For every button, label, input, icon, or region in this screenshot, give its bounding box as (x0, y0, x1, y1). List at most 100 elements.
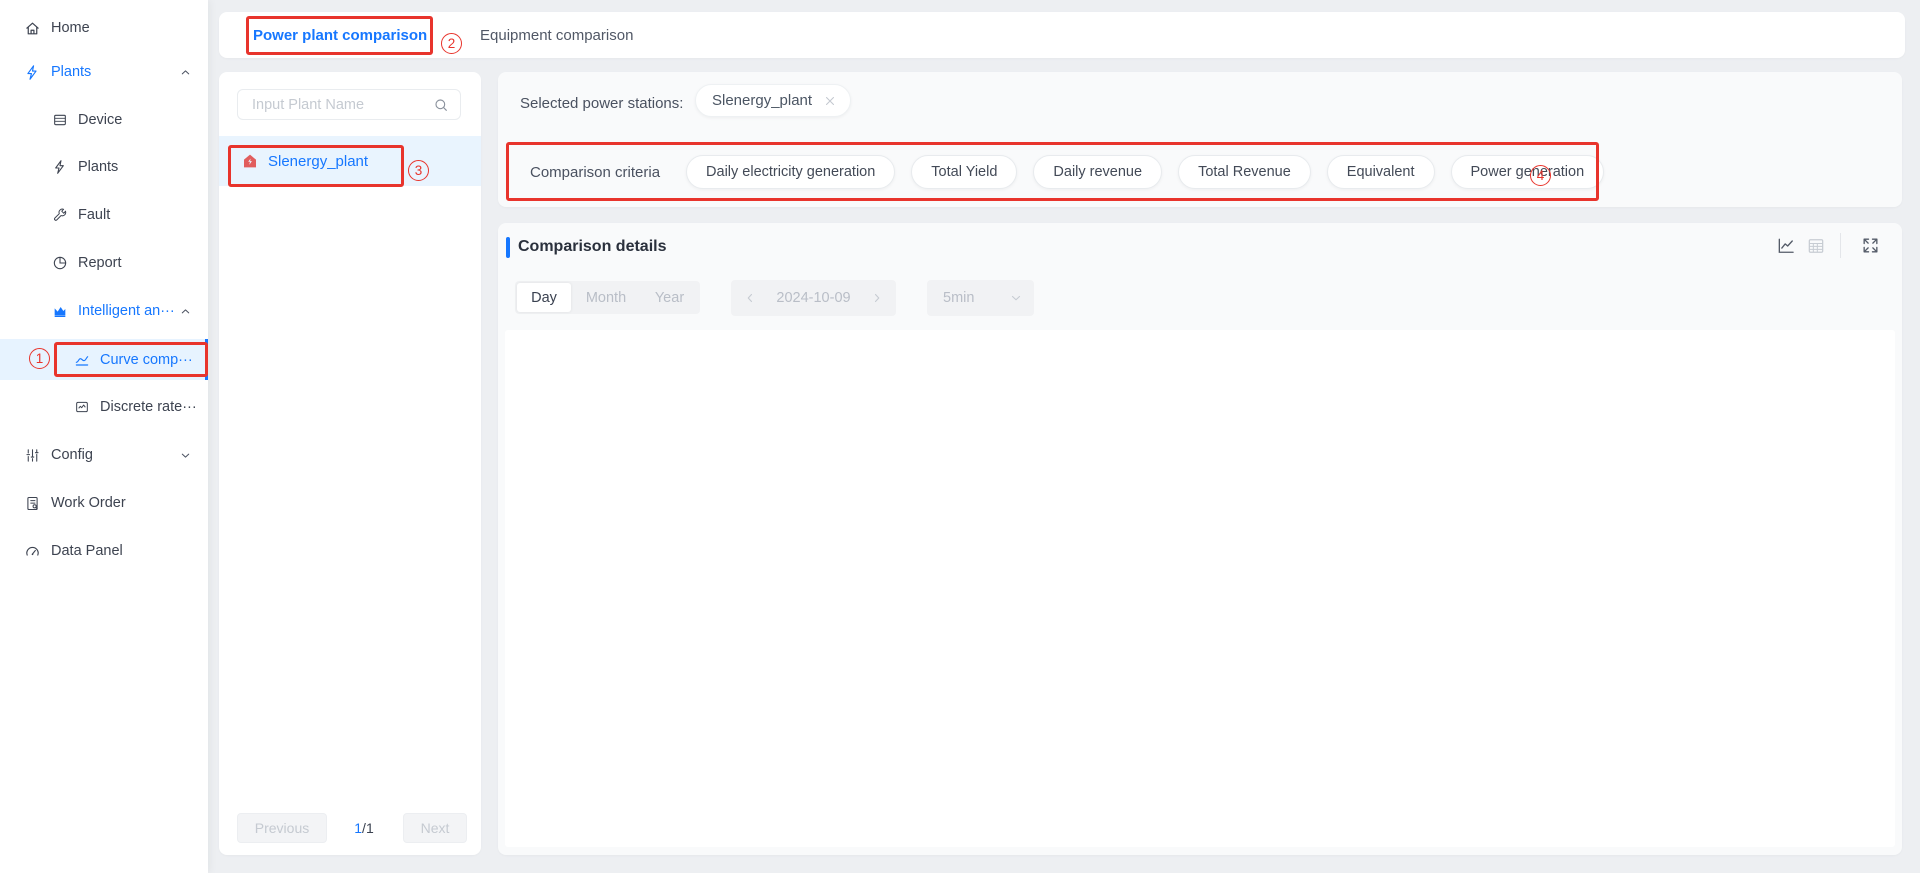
sidebar-item-intelligent-analysis[interactable]: Intelligent an··· (0, 291, 208, 331)
page-indicator: 1 / 1 (329, 813, 399, 843)
selected-stations-label: Selected power stations: (520, 95, 683, 112)
comparison-criteria-row: Comparison criteria Daily electricity ge… (530, 155, 1620, 189)
criteria-chip-total-yield[interactable]: Total Yield (911, 155, 1017, 189)
work-order-icon (24, 495, 41, 512)
chevron-up-icon[interactable] (180, 306, 191, 317)
comparison-chart-area (505, 330, 1895, 847)
fullscreen-icon[interactable] (1861, 236, 1880, 255)
lightning-icon (24, 64, 41, 81)
segment-label: Day (531, 290, 557, 306)
wrench-icon (52, 207, 68, 223)
date-picker[interactable]: 2024-10-09 (731, 280, 896, 316)
criteria-chip-label: Daily revenue (1053, 164, 1142, 180)
plant-house-icon (242, 153, 258, 169)
sidebar-item-label: Discrete rate··· (100, 399, 197, 415)
area-chart-icon (52, 303, 68, 319)
criteria-chip-label: Total Yield (931, 164, 997, 180)
sidebar-item-fault[interactable]: Fault (0, 195, 208, 235)
segment-month[interactable]: Month (571, 283, 641, 312)
chevron-left-icon[interactable] (744, 292, 756, 304)
sidebar-item-home[interactable]: Home (0, 8, 208, 48)
sidebar-item-data-panel[interactable]: Data Panel (0, 531, 208, 571)
criteria-chip-daily-electricity-generation[interactable]: Daily electricity generation (686, 155, 895, 189)
previous-page-button[interactable]: Previous (237, 813, 327, 843)
chevron-down-icon[interactable] (180, 450, 191, 461)
close-icon[interactable] (823, 94, 837, 108)
sliders-icon (24, 447, 41, 464)
plant-name: Slenergy_plant (268, 153, 368, 170)
plant-list-item-selected[interactable]: Slenergy_plant (219, 136, 481, 186)
date-value: 2024-10-09 (776, 290, 850, 306)
comparison-details-panel: Comparison details Day Month Year 2024-1… (498, 223, 1902, 855)
plant-list-panel: Slenergy_plant Previous 1 / 1 Next (219, 72, 481, 855)
sidebar-item-report[interactable]: Report (0, 243, 208, 283)
criteria-chip-label: Total Revenue (1198, 164, 1291, 180)
trend-curve-icon (74, 352, 90, 368)
criteria-chip-total-revenue[interactable]: Total Revenue (1178, 155, 1311, 189)
sidebar-item-label: Data Panel (51, 543, 123, 559)
gauge-icon (24, 543, 41, 560)
criteria-chip-daily-revenue[interactable]: Daily revenue (1033, 155, 1162, 189)
table-view-icon[interactable] (1806, 236, 1826, 256)
selected-station-chip-label: Slenergy_plant (712, 92, 812, 109)
search-icon[interactable] (433, 97, 449, 113)
toolbar-divider (1840, 233, 1841, 258)
criteria-chip-label: Equivalent (1347, 164, 1415, 180)
segment-label: Year (655, 290, 684, 306)
tab-label: Power plant comparison (253, 27, 427, 44)
sidebar-item-label: Home (51, 20, 90, 36)
segment-year[interactable]: Year (641, 283, 698, 312)
segment-label: Month (586, 290, 626, 306)
title-accent-bar (506, 237, 510, 258)
criteria-chip-label: Daily electricity generation (706, 164, 875, 180)
criteria-chip-label: Power generation (1471, 164, 1585, 180)
next-label: Next (421, 820, 450, 836)
comparison-criteria-label: Comparison criteria (530, 164, 660, 181)
sidebar-item-curve-comparison[interactable]: Curve comp··· (0, 339, 208, 380)
tab-equipment-comparison[interactable]: Equipment comparison (480, 12, 633, 58)
next-page-button[interactable]: Next (403, 813, 467, 843)
selection-criteria-panel: Selected power stations: Slenergy_plant … (498, 72, 1902, 207)
chevron-right-icon[interactable] (871, 292, 883, 304)
lightning-icon (52, 159, 68, 175)
sidebar-item-label: Report (78, 255, 122, 271)
current-page: 1 (354, 820, 362, 836)
criteria-chip-power-generation[interactable]: Power generation (1451, 155, 1605, 189)
sidebar-item-device[interactable]: Device (0, 100, 208, 140)
tab-power-plant-comparison[interactable]: Power plant comparison (253, 12, 427, 58)
sidebar-item-label: Config (51, 447, 93, 463)
chevron-up-icon[interactable] (180, 67, 191, 78)
granularity-segmented-control: Day Month Year (515, 281, 700, 314)
chevron-down-icon (1010, 292, 1022, 304)
sidebar-item-discrete-rate[interactable]: Discrete rate··· (0, 387, 208, 427)
sidebar-item-label: Plants (78, 159, 118, 175)
interval-select[interactable]: 5min (927, 280, 1034, 316)
plant-search-input[interactable] (250, 96, 433, 114)
interval-value: 5min (943, 290, 974, 306)
sidebar-item-plants-group[interactable]: Plants (0, 52, 208, 92)
comparison-details-title: Comparison details (518, 238, 666, 256)
comparison-tab-bar: Power plant comparison Equipment compari… (219, 12, 1905, 58)
tab-label: Equipment comparison (480, 27, 633, 44)
sidebar: Home Plants Device Plants Fault Report I… (0, 0, 208, 873)
previous-label: Previous (255, 820, 309, 836)
plant-search-box (237, 89, 461, 120)
sidebar-item-label: Fault (78, 207, 110, 223)
pie-chart-icon (52, 255, 68, 271)
device-icon (52, 112, 68, 128)
sidebar-item-label: Intelligent an··· (78, 303, 175, 319)
segment-day[interactable]: Day (517, 283, 571, 312)
sidebar-item-label: Plants (51, 64, 91, 80)
selected-station-chip[interactable]: Slenergy_plant (695, 84, 851, 117)
criteria-chip-equivalent[interactable]: Equivalent (1327, 155, 1435, 189)
sidebar-item-config[interactable]: Config (0, 435, 208, 475)
sidebar-item-plants[interactable]: Plants (0, 147, 208, 187)
sidebar-item-label: Device (78, 112, 122, 128)
line-chart-view-icon[interactable] (1776, 236, 1796, 256)
home-icon (24, 20, 41, 37)
sidebar-item-work-order[interactable]: Work Order (0, 483, 208, 523)
sidebar-item-label: Curve comp··· (100, 352, 193, 368)
total-pages: 1 (366, 820, 374, 836)
sidebar-item-label: Work Order (51, 495, 126, 511)
discrete-chart-icon (74, 399, 90, 415)
